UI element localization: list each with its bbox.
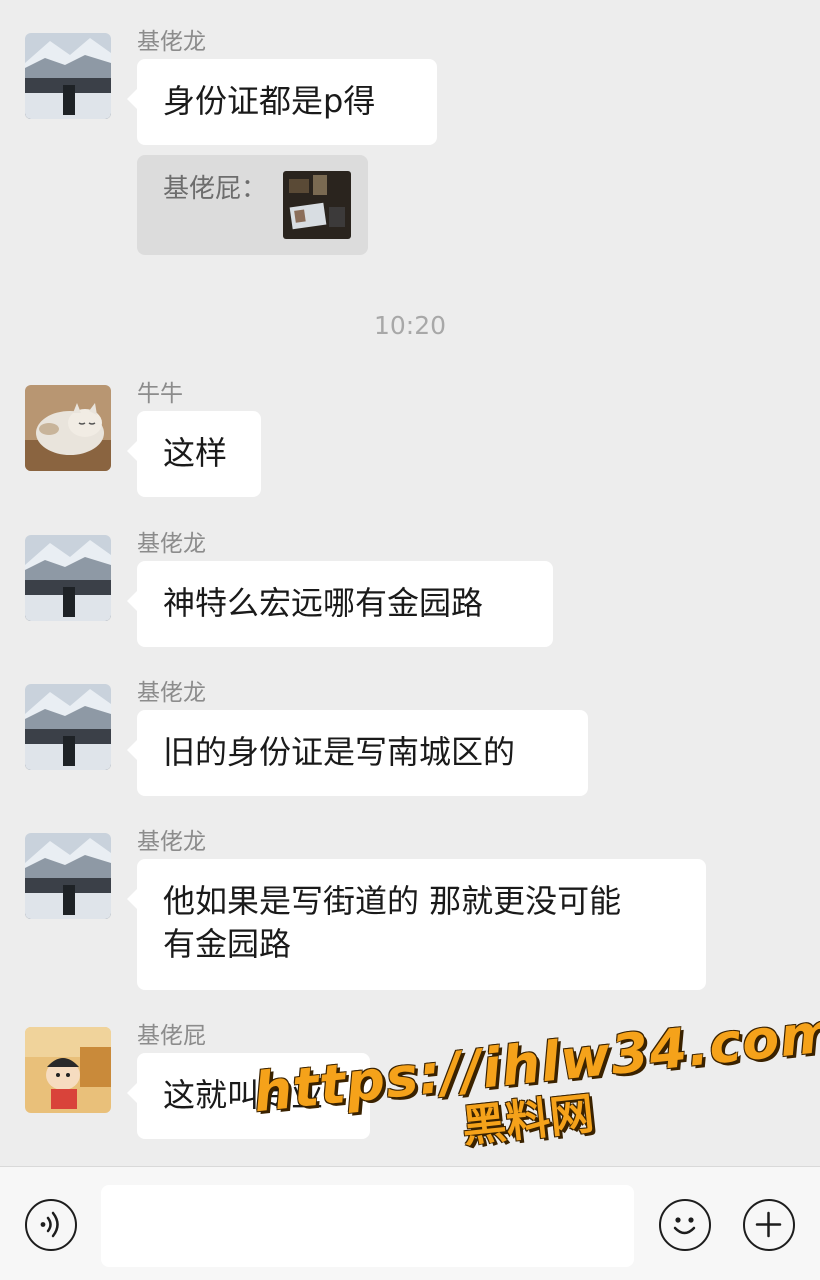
mountain-avatar[interactable] <box>25 33 111 119</box>
message-bubble[interactable]: 这就叫专业 <box>127 1053 370 1139</box>
message-text: 这就叫专业 <box>163 1076 324 1114</box>
sender-name: 基佬龙 <box>137 531 206 557</box>
chat-screen: 基佬龙 身份证都是p得 基佬屁： 10:20 牛牛 这样 基佬龙 神特么宏远哪有… <box>0 0 820 1280</box>
sender-name: 基佬龙 <box>137 29 206 55</box>
emoji-icon <box>673 1217 696 1235</box>
timestamp: 10:20 <box>373 311 447 340</box>
message-bubble[interactable]: 旧的身份证是写南城区的 <box>127 710 588 796</box>
message-text: 他如果是写街道的 那就更没可能 <box>163 882 622 920</box>
quote-sender: 基佬屁： <box>163 174 268 204</box>
quoted-message[interactable]: 基佬屁： <box>137 155 368 255</box>
mountain-avatar[interactable] <box>25 833 111 919</box>
sender-name: 基佬屁 <box>137 1023 206 1049</box>
message-text: 神特么宏远哪有金园路 <box>163 584 484 622</box>
sender-name: 牛牛 <box>137 381 183 407</box>
input-bar <box>0 1166 820 1280</box>
emoji-button[interactable] <box>659 1199 711 1251</box>
mountain-avatar[interactable] <box>25 684 111 770</box>
message-text: 有金园路 <box>163 925 292 963</box>
message-bubble[interactable]: 他如果是写街道的 那就更没可能 有金园路 <box>127 859 706 990</box>
message-input[interactable] <box>101 1185 634 1267</box>
voice-button[interactable] <box>25 1199 77 1251</box>
plus-button[interactable] <box>743 1199 795 1251</box>
sender-name: 基佬龙 <box>137 680 206 706</box>
message-text: 这样 <box>163 434 228 472</box>
message-text: 旧的身份证是写南城区的 <box>163 733 516 771</box>
message-bubble[interactable]: 身份证都是p得 <box>127 59 437 145</box>
message-bubble[interactable]: 这样 <box>127 411 261 497</box>
plus-icon <box>755 1211 782 1238</box>
mountain-avatar[interactable] <box>25 535 111 621</box>
photo-thumbnail[interactable] <box>283 171 351 239</box>
message-text: 身份证都是p得 <box>163 82 376 120</box>
sender-name: 基佬龙 <box>137 829 206 855</box>
message-bubble[interactable]: 神特么宏远哪有金园路 <box>127 561 553 647</box>
cat-avatar[interactable] <box>25 385 111 471</box>
voice-icon <box>40 1211 59 1238</box>
cartoon-avatar[interactable] <box>25 1027 111 1113</box>
